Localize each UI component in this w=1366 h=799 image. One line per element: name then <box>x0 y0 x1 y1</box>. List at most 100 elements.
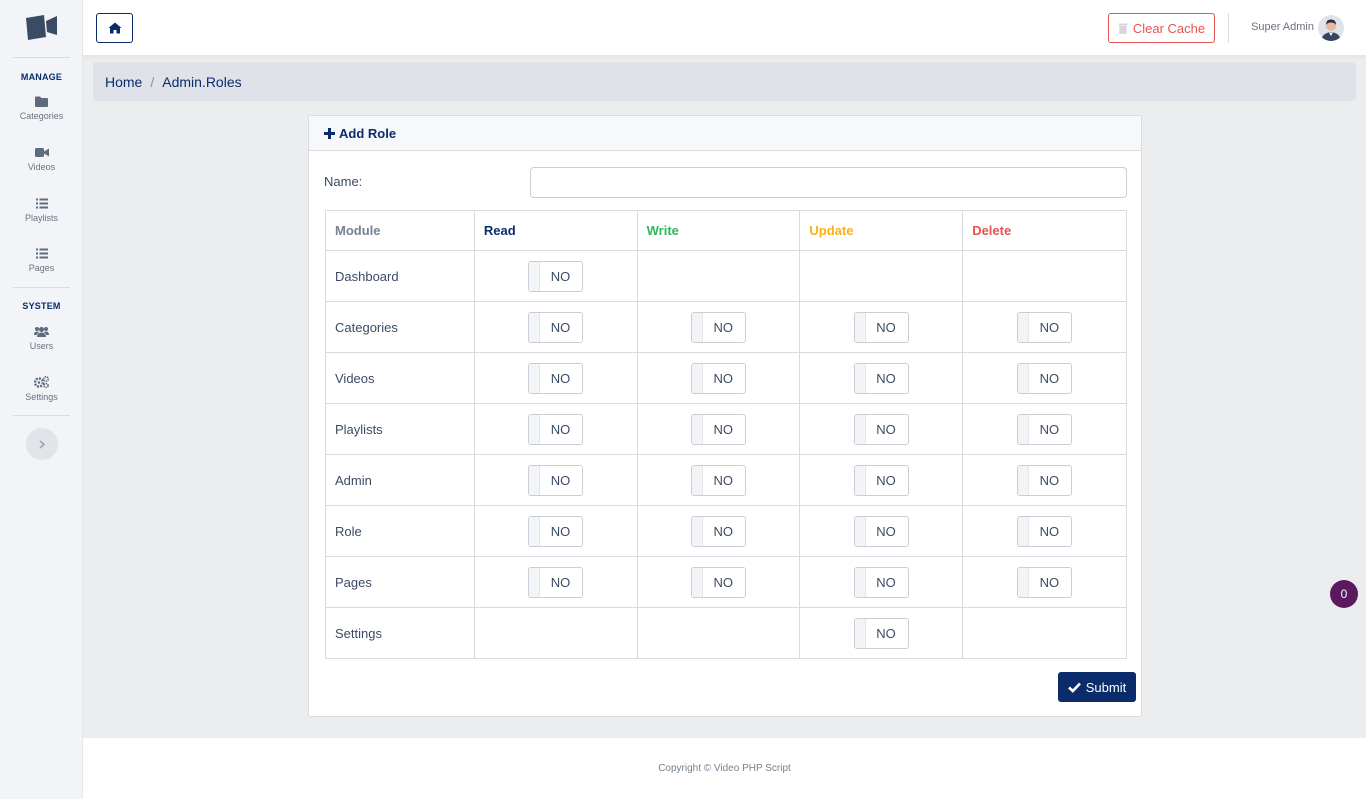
clear-cache-button[interactable]: Clear Cache <box>1108 13 1215 43</box>
sidebar-item-playlists[interactable]: Playlists <box>0 198 83 238</box>
name-input[interactable] <box>530 167 1127 198</box>
table-row: Videos NO NO NO NO <box>325 352 1127 404</box>
sidebar-divider <box>13 287 70 288</box>
permission-cell-read: NO <box>473 250 638 302</box>
permission-toggle-write[interactable]: NO <box>691 464 747 496</box>
sidebar-toggle-button[interactable] <box>26 428 58 460</box>
module-name: Admin <box>325 454 475 506</box>
table-row: Role NO NO NO NO <box>325 505 1127 557</box>
section-title-system: SYSTEM <box>22 301 61 311</box>
permission-toggle-update[interactable]: NO <box>853 566 909 598</box>
permission-cell-update: NO <box>799 505 964 557</box>
home-button[interactable] <box>96 13 133 43</box>
permission-cell-write: NO <box>636 454 801 506</box>
permission-toggle-delete[interactable]: NO <box>1017 566 1073 598</box>
sidebar-item-label: Pages <box>28 263 55 273</box>
section-title-manage: MANAGE <box>20 72 63 82</box>
module-name: Playlists <box>325 403 475 455</box>
clear-cache-label: Clear Cache <box>1132 20 1206 36</box>
trash-icon <box>1118 23 1128 34</box>
sidebar: MANAGE Categories Videos Playlists Pages… <box>0 0 83 799</box>
permission-toggle-delete[interactable]: NO <box>1017 413 1073 445</box>
permission-toggle-delete[interactable]: NO <box>1017 362 1073 394</box>
breadcrumb-home-link[interactable]: Home <box>105 74 142 90</box>
table-row: Dashboard NO <box>325 250 1127 302</box>
table-row: Categories NO NO NO NO <box>325 301 1127 353</box>
permission-cell-write: NO <box>636 301 801 353</box>
module-name: Videos <box>325 352 475 404</box>
plus-icon <box>324 127 335 139</box>
list-icon <box>35 198 48 209</box>
column-header-delete: Delete <box>962 210 1127 251</box>
permission-cell-write: NO <box>636 352 801 404</box>
permission-toggle-update[interactable]: NO <box>853 311 909 343</box>
column-header-read: Read <box>473 210 638 251</box>
permission-cell-delete: NO <box>962 454 1127 506</box>
permission-toggle-write[interactable]: NO <box>691 515 747 547</box>
sidebar-item-videos[interactable]: Videos <box>0 147 83 187</box>
permission-toggle-read[interactable]: NO <box>528 362 584 394</box>
permission-toggle-read[interactable]: NO <box>528 566 584 598</box>
table-header-row: Module Read Write Update Delete <box>325 210 1127 251</box>
logo-icon[interactable] <box>24 13 58 41</box>
cogs-icon <box>34 376 49 388</box>
permission-cell-delete: NO <box>962 352 1127 404</box>
permission-toggle-update[interactable]: NO <box>853 617 909 649</box>
permission-cell-delete <box>962 607 1127 659</box>
module-name: Pages <box>325 556 475 608</box>
permission-toggle-read[interactable]: NO <box>528 311 584 343</box>
video-icon <box>34 148 49 157</box>
column-header-write: Write <box>636 210 801 251</box>
submit-button[interactable]: Submit <box>1058 672 1136 702</box>
sidebar-item-users[interactable]: Users <box>0 326 83 366</box>
sidebar-divider <box>13 415 70 416</box>
permission-cell-delete: NO <box>962 556 1127 608</box>
sidebar-divider <box>13 57 70 58</box>
permission-cell-update: NO <box>799 403 964 455</box>
name-label: Name: <box>324 174 363 189</box>
permission-toggle-delete[interactable]: NO <box>1017 311 1073 343</box>
permission-cell-read: NO <box>473 301 638 353</box>
permission-toggle-write[interactable]: NO <box>691 311 747 343</box>
sidebar-item-label: Categories <box>19 111 64 121</box>
permission-toggle-update[interactable]: NO <box>853 413 909 445</box>
permission-cell-update: NO <box>799 556 964 608</box>
sidebar-item-settings[interactable]: Settings <box>0 376 83 416</box>
permission-toggle-read[interactable]: NO <box>528 464 584 496</box>
permission-toggle-read[interactable]: NO <box>528 260 584 292</box>
module-name: Role <box>325 505 475 557</box>
floating-count-badge[interactable]: 0 <box>1330 580 1358 608</box>
permission-cell-write <box>636 250 801 302</box>
table-row: Settings NO <box>325 607 1127 659</box>
permission-toggle-delete[interactable]: NO <box>1017 515 1073 547</box>
permission-toggle-read[interactable]: NO <box>528 413 584 445</box>
module-name: Settings <box>325 607 475 659</box>
sidebar-item-categories[interactable]: Categories <box>0 96 83 136</box>
permission-toggle-write[interactable]: NO <box>691 362 747 394</box>
permission-cell-update: NO <box>799 607 964 659</box>
add-role-card: Add Role Name: Module Read Write Update … <box>308 115 1142 717</box>
permission-toggle-update[interactable]: NO <box>853 515 909 547</box>
permission-cell-delete: NO <box>962 403 1127 455</box>
card-title: Add Role <box>339 125 397 141</box>
permission-toggle-update[interactable]: NO <box>853 464 909 496</box>
permission-cell-read: NO <box>473 352 638 404</box>
avatar[interactable] <box>1318 15 1344 41</box>
permission-cell-delete: NO <box>962 301 1127 353</box>
submit-label: Submit <box>1085 679 1127 695</box>
permission-toggle-update[interactable]: NO <box>853 362 909 394</box>
header-divider <box>1228 13 1229 43</box>
permission-cell-write: NO <box>636 505 801 557</box>
permissions-table: Module Read Write Update Delete Dashboar… <box>325 210 1127 659</box>
sidebar-item-pages[interactable]: Pages <box>0 248 83 288</box>
breadcrumb-separator: / <box>150 73 155 90</box>
footer: Copyright © Video PHP Script <box>83 738 1366 799</box>
permission-cell-write: NO <box>636 556 801 608</box>
user-name[interactable]: Super Admin <box>1251 21 1314 33</box>
permission-toggle-write[interactable]: NO <box>691 413 747 445</box>
permission-toggle-write[interactable]: NO <box>691 566 747 598</box>
table-row: Pages NO NO NO NO <box>325 556 1127 608</box>
permission-toggle-delete[interactable]: NO <box>1017 464 1073 496</box>
permission-toggle-read[interactable]: NO <box>528 515 584 547</box>
breadcrumb-current[interactable]: Admin.Roles <box>162 74 241 90</box>
